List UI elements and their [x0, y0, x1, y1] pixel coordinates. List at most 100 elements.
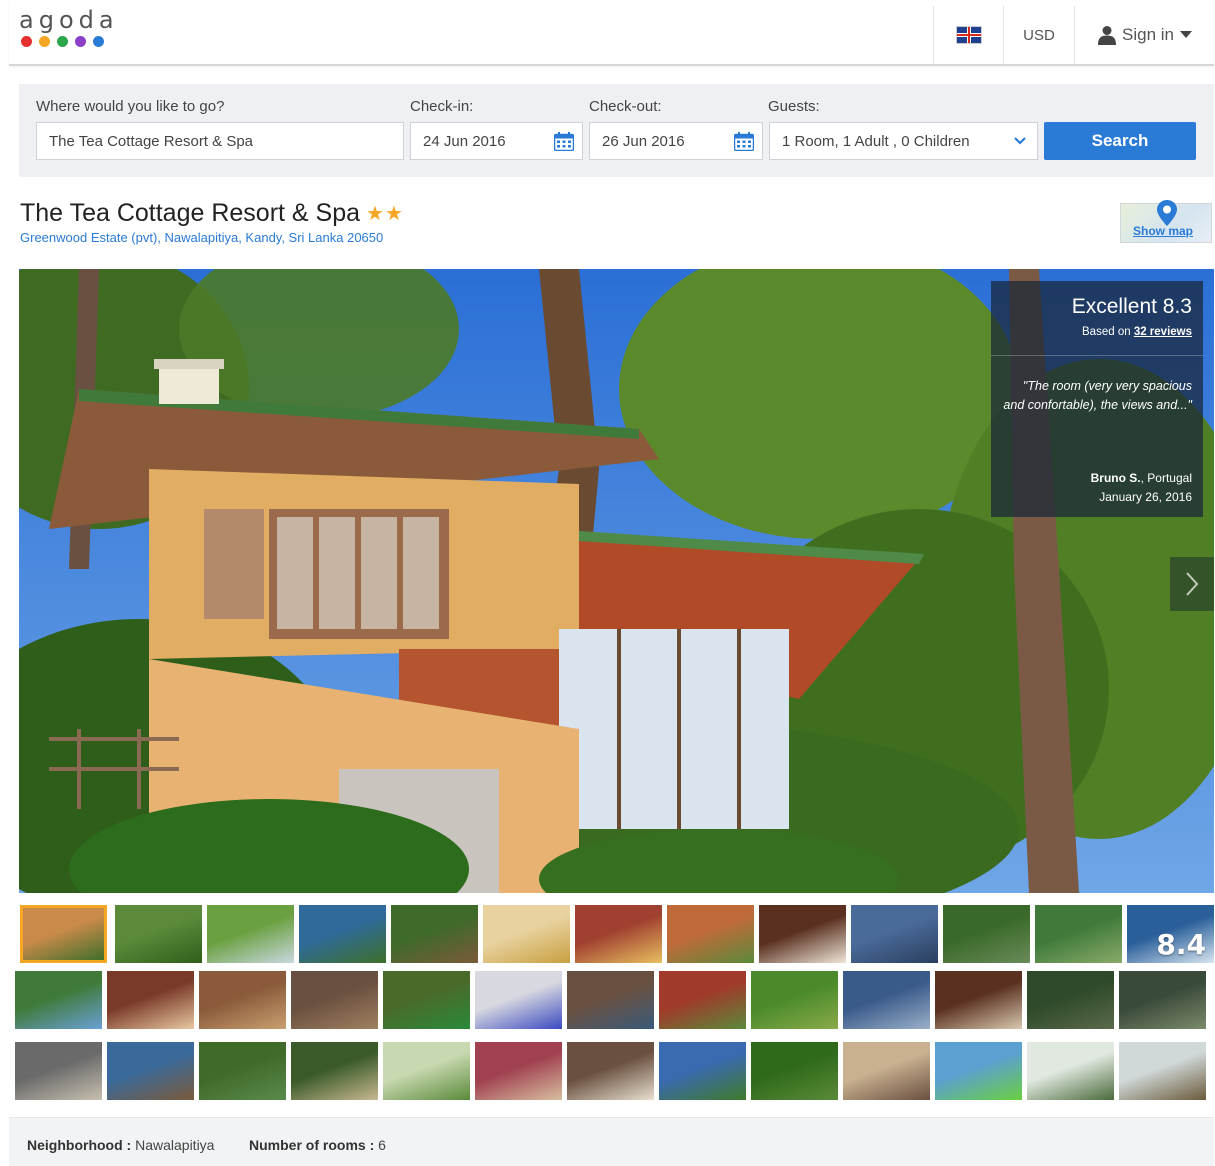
gallery-thumbnail[interactable]	[199, 1042, 286, 1100]
hotel-info-strip: Neighborhood : Nawalapitiya Number of ro…	[9, 1117, 1214, 1166]
hotel-title: The Tea Cottage Resort & Spa ★★	[20, 199, 404, 228]
star-rating: ★★	[366, 203, 404, 225]
gallery-thumbnail[interactable]	[567, 1042, 654, 1100]
gallery-thumbnail[interactable]	[483, 905, 570, 963]
review-date: January 26, 2016	[1099, 490, 1192, 504]
author-name: Bruno S.	[1090, 471, 1141, 485]
agoda-logo[interactable]: agoda	[19, 8, 119, 47]
gallery-thumbnail[interactable]	[207, 905, 294, 963]
gallery-thumbnail[interactable]	[15, 1042, 102, 1100]
gallery-thumbnail[interactable]	[107, 971, 194, 1029]
rooms-value: 6	[374, 1137, 386, 1153]
gallery-thumbnail[interactable]	[15, 971, 102, 1029]
checkout-label: Check-out:	[589, 98, 662, 115]
checkin-value: 24 Jun 2016	[423, 132, 506, 150]
next-photo-button[interactable]	[1170, 557, 1214, 611]
gallery-thumbnail[interactable]	[383, 1042, 470, 1100]
gallery-thumbnail[interactable]	[851, 905, 938, 963]
gallery-thumbnail[interactable]	[751, 1042, 838, 1100]
gallery-thumbnail[interactable]	[575, 905, 662, 963]
review-quote: "The room (very very spacious and confor…	[1003, 379, 1192, 412]
gallery-thumbnail[interactable]	[299, 905, 386, 963]
gallery-thumbnail[interactable]	[1027, 1042, 1114, 1100]
logo-dot	[39, 36, 50, 47]
destination-value: The Tea Cottage Resort & Spa	[49, 132, 254, 150]
review-count: Based on 32 reviews	[1082, 326, 1192, 338]
author-country: , Portugal	[1140, 471, 1192, 485]
logo-dot	[57, 36, 68, 47]
rooms-label: Number of rooms :	[249, 1137, 375, 1153]
gallery-thumbnail[interactable]	[291, 1042, 378, 1100]
hotel-address[interactable]: Greenwood Estate (pvt), Nawalapitiya, Ka…	[20, 230, 383, 245]
chevron-right-icon	[1186, 572, 1199, 596]
logo-text: agoda	[19, 6, 119, 34]
destination-input[interactable]: The Tea Cottage Resort & Spa	[36, 122, 404, 160]
gallery-thumbnail[interactable]	[115, 905, 202, 963]
gallery-thumbnail[interactable]	[383, 971, 470, 1029]
signin-label: Sign in	[1122, 25, 1174, 44]
reviews-link[interactable]: 32 reviews	[1134, 326, 1192, 338]
signin-button[interactable]: Sign in	[1074, 6, 1215, 64]
currency-selector[interactable]: USD	[1003, 6, 1074, 64]
logo-dot	[75, 36, 86, 47]
gallery-thumbnail[interactable]	[1035, 905, 1122, 963]
gallery-thumbnail[interactable]	[759, 905, 846, 963]
calendar-icon[interactable]	[554, 132, 574, 151]
review-divider	[991, 355, 1203, 356]
map-pin-icon	[1157, 200, 1177, 226]
gallery-thumbnail[interactable]	[107, 1042, 194, 1100]
neighborhood-value: Nawalapitiya	[131, 1137, 215, 1153]
logo-dot	[21, 36, 32, 47]
search-button[interactable]: Search	[1044, 122, 1196, 160]
guests-value: 1 Room, 1 Adult , 0 Children	[782, 132, 970, 150]
based-on-text: Based on	[1082, 326, 1134, 338]
rooms-info: Number of rooms : 6	[249, 1137, 386, 1153]
gallery-thumbnail[interactable]	[659, 1042, 746, 1100]
user-icon	[1098, 26, 1116, 45]
guests-label: Guests:	[768, 98, 820, 115]
checkin-input[interactable]: 24 Jun 2016	[410, 122, 583, 160]
checkout-input[interactable]: 26 Jun 2016	[589, 122, 763, 160]
logo-dot	[93, 36, 104, 47]
gallery-thumbnail[interactable]	[291, 971, 378, 1029]
gallery-thumbnail[interactable]	[751, 971, 838, 1029]
review-overlay: Excellent 8.3 Based on 32 reviews "The r…	[991, 281, 1203, 517]
gallery-thumbnail[interactable]	[659, 971, 746, 1029]
main-photo[interactable]: Excellent 8.3 Based on 32 reviews "The r…	[19, 269, 1214, 893]
gallery-thumbnail[interactable]	[1119, 1042, 1206, 1100]
gallery-thumbnail[interactable]	[475, 1042, 562, 1100]
gallery-thumbnail[interactable]	[1027, 971, 1114, 1029]
neighborhood-info: Neighborhood : Nawalapitiya	[27, 1137, 214, 1153]
language-selector[interactable]	[933, 6, 1004, 64]
gallery-thumbnail[interactable]	[20, 905, 107, 963]
destination-label: Where would you like to go?	[36, 98, 225, 115]
search-bar: Where would you like to go? Check-in: Ch…	[19, 84, 1214, 177]
hotel-name: The Tea Cottage Resort & Spa	[20, 199, 361, 227]
gallery-thumbnail[interactable]: 8.4	[1127, 905, 1214, 963]
checkout-value: 26 Jun 2016	[602, 132, 685, 150]
neighborhood-label: Neighborhood :	[27, 1137, 132, 1153]
guests-select[interactable]: 1 Room, 1 Adult , 0 Children	[769, 122, 1038, 160]
review-score: Excellent 8.3	[1071, 295, 1192, 318]
gallery-thumbnail[interactable]	[843, 1042, 930, 1100]
gallery-thumbnail[interactable]	[935, 971, 1022, 1029]
review-author: Bruno S., Portugal	[1091, 471, 1192, 485]
show-map-label: Show map	[1133, 224, 1194, 238]
chevron-down-icon	[1014, 137, 1026, 145]
calendar-icon[interactable]	[734, 132, 754, 151]
uk-flag-icon	[956, 26, 982, 44]
gallery-thumbnail[interactable]	[843, 971, 930, 1029]
gallery-thumbnail[interactable]	[943, 905, 1030, 963]
gallery-thumbnail[interactable]	[475, 971, 562, 1029]
gallery-thumbnail[interactable]	[199, 971, 286, 1029]
site-header: agoda USD Sign in	[9, 0, 1214, 66]
thumbnail-score-badge: 8.4	[1156, 928, 1206, 961]
show-map-button[interactable]: Show map	[1120, 200, 1212, 243]
gallery-thumbnail[interactable]	[667, 905, 754, 963]
caret-down-icon	[1179, 31, 1192, 38]
gallery-thumbnail[interactable]	[935, 1042, 1022, 1100]
gallery-thumbnail[interactable]	[1119, 971, 1206, 1029]
gallery-thumbnail[interactable]	[391, 905, 478, 963]
gallery-thumbnail[interactable]	[567, 971, 654, 1029]
logo-dots	[21, 36, 119, 47]
